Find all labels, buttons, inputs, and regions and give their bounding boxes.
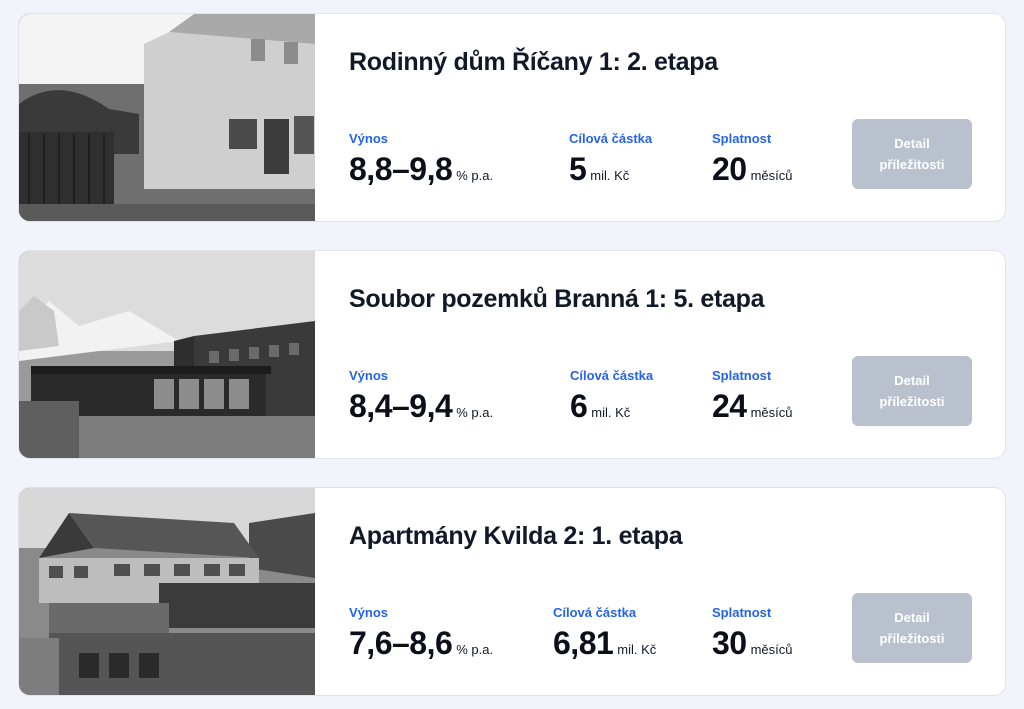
detail-button[interactable]: Detail příležitosti: [852, 119, 972, 189]
detail-button-label-line1: Detail: [894, 610, 930, 625]
target-amount-label: Cílová částka: [569, 131, 653, 146]
maturity-unit: měsíců: [750, 642, 793, 657]
detail-button[interactable]: Detail příležitosti: [852, 356, 972, 426]
project-photo: [19, 488, 315, 695]
project-photo: [19, 251, 315, 458]
target-amount-value: 6,81: [553, 625, 614, 661]
project-card[interactable]: Soubor pozemků Branná 1: 5. etapa Výnos …: [18, 250, 1006, 459]
maturity-value: 20: [712, 151, 747, 187]
target-amount-unit: mil. Kč: [617, 642, 657, 657]
detail-button-label-line1: Detail: [894, 373, 930, 388]
maturity-stat: Splatnost 20 měsíců: [712, 131, 793, 188]
project-title: Apartmány Kvilda 2: 1. etapa: [349, 522, 683, 550]
maturity-unit: měsíců: [750, 405, 793, 420]
detail-button-label-line2: příležitosti: [879, 157, 945, 172]
maturity-value: 30: [712, 625, 747, 661]
project-title: Soubor pozemků Branná 1: 5. etapa: [349, 285, 765, 313]
maturity-label: Splatnost: [712, 131, 772, 146]
detail-button[interactable]: Detail příležitosti: [852, 593, 972, 663]
project-card[interactable]: Rodinný dům Říčany 1: 2. etapa Výnos 8,8…: [18, 13, 1006, 222]
yield-value: 7,6–8,6: [349, 625, 453, 661]
target-amount-value: 5: [569, 151, 587, 187]
detail-button-label-line2: příležitosti: [879, 631, 945, 646]
yield-label: Výnos: [349, 605, 389, 620]
target-amount-stat: Cílová částka 6,81 mil. Kč: [553, 605, 656, 662]
target-amount-stat: Cílová částka 6 mil. Kč: [570, 368, 653, 425]
maturity-stat: Splatnost 24 měsíců: [712, 368, 793, 425]
target-amount-label: Cílová částka: [570, 368, 654, 383]
yield-value: 8,4–9,4: [349, 388, 453, 424]
maturity-value: 24: [712, 388, 747, 424]
project-title: Rodinný dům Říčany 1: 2. etapa: [349, 48, 718, 76]
target-amount-unit: mil. Kč: [591, 405, 631, 420]
yield-unit: % p.a.: [456, 642, 494, 657]
yield-value: 8,8–9,8: [349, 151, 453, 187]
project-photo: [19, 14, 315, 221]
yield-stat: Výnos 8,8–9,8% p.a.: [349, 131, 493, 188]
yield-stat: Výnos 8,4–9,4% p.a.: [349, 368, 493, 425]
yield-unit: % p.a.: [456, 168, 494, 183]
target-amount-value: 6: [570, 388, 588, 424]
yield-unit: % p.a.: [456, 405, 494, 420]
maturity-stat: Splatnost 30 měsíců: [712, 605, 793, 662]
yield-label: Výnos: [349, 131, 389, 146]
yield-label: Výnos: [349, 368, 389, 383]
maturity-unit: měsíců: [750, 168, 793, 183]
target-amount-label: Cílová částka: [553, 605, 637, 620]
target-amount-unit: mil. Kč: [590, 168, 630, 183]
detail-button-label-line2: příležitosti: [879, 394, 945, 409]
project-card[interactable]: Apartmány Kvilda 2: 1. etapa Výnos 7,6–8…: [18, 487, 1006, 696]
detail-button-label-line1: Detail: [894, 136, 930, 151]
maturity-label: Splatnost: [712, 605, 772, 620]
target-amount-stat: Cílová částka 5 mil. Kč: [569, 131, 652, 188]
maturity-label: Splatnost: [712, 368, 772, 383]
yield-stat: Výnos 7,6–8,6% p.a.: [349, 605, 493, 662]
